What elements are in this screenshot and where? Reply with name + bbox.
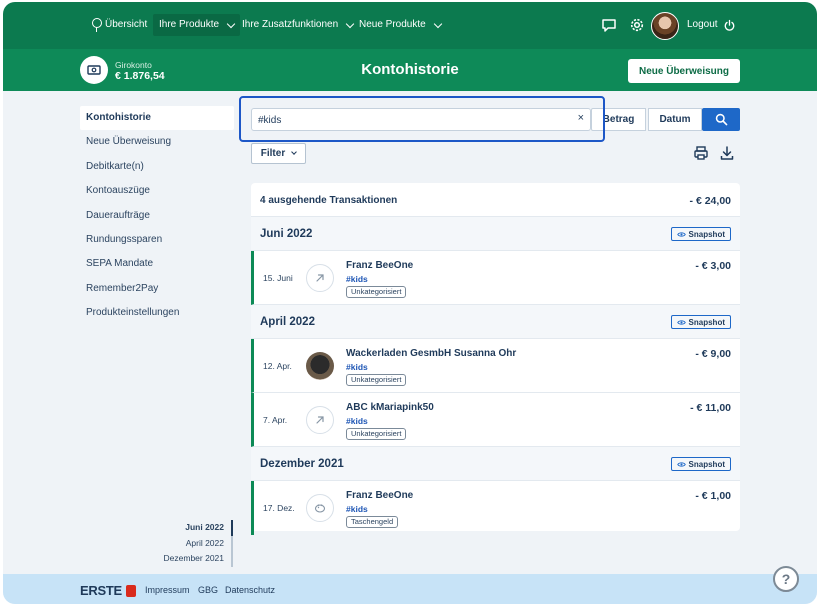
transaction-name: ABC kMariapink50 — [346, 402, 434, 413]
chat-icon[interactable] — [601, 17, 617, 33]
transaction-date: 12. Apr. — [263, 361, 292, 371]
nav-products-label: Ihre Produkte — [159, 19, 220, 30]
footer: ERSTE Impressum GBG Datenschutz — [3, 574, 817, 604]
sidebar-item-account-history[interactable]: Kontohistorie — [80, 106, 234, 131]
transaction-tag[interactable]: #kids — [346, 274, 368, 284]
piggy-bank-icon — [306, 494, 334, 522]
top-navigation: Übersicht Ihre Produkte Ihre Zusatzfunkt… — [3, 2, 817, 49]
transaction-amount: - € 9,00 — [695, 348, 731, 360]
transaction-tag[interactable]: #kids — [346, 416, 368, 426]
snapshot-label: Snapshot — [688, 459, 725, 469]
timeline-item[interactable]: April 2022 — [143, 535, 233, 551]
table-row[interactable]: 15. Juni Franz BeeOne #kids Unkategorisi… — [251, 251, 740, 305]
snapshot-button[interactable]: Snapshot — [670, 227, 731, 241]
nav-products[interactable]: Ihre Produkte — [153, 14, 241, 36]
chevron-down-icon — [291, 149, 298, 155]
transaction-amount: - € 3,00 — [695, 260, 731, 272]
privacy-link[interactable]: Datenschutz — [225, 585, 275, 595]
transaction-date: 15. Juni — [263, 273, 293, 283]
nav-extras-label: Ihre Zusatzfunktionen — [242, 19, 339, 30]
logo-text: ERSTE — [80, 583, 122, 598]
logout-label: Logout — [687, 19, 718, 30]
filter-label: Filter — [260, 148, 286, 159]
gear-icon[interactable] — [629, 17, 645, 33]
timeline-item[interactable]: Dezember 2021 — [143, 551, 233, 567]
impressum-link[interactable]: Impressum — [145, 585, 190, 595]
summary-label: 4 ausgehende Transaktionen — [260, 195, 398, 206]
location-pin-icon — [91, 18, 102, 32]
sparkasse-s-icon — [125, 584, 136, 597]
search-icon — [715, 113, 727, 126]
transaction-date: 17. Dez. — [263, 503, 295, 513]
table-row[interactable]: 7. Apr. ABC kMariapink50 #kids Unkategor… — [251, 393, 740, 447]
month-label: April 2022 — [260, 316, 315, 328]
help-button[interactable]: ? — [773, 566, 799, 592]
timeline-item[interactable]: Juni 2022 — [143, 520, 233, 536]
sidebar-item-new-transfer[interactable]: Neue Überweisung — [80, 130, 234, 154]
nav-overview-label: Übersicht — [105, 19, 148, 30]
transaction-amount: - € 11,00 — [690, 402, 731, 414]
month-header: April 2022 Snapshot — [251, 305, 740, 339]
month-timeline: Juni 2022 April 2022 Dezember 2021 — [143, 520, 233, 567]
transaction-name: Franz BeeOne — [346, 260, 414, 271]
transactions-summary: 4 ausgehende Transaktionen - € 24,00 — [251, 183, 740, 217]
sidebar: Kontohistorie Neue Überweisung Debitkart… — [80, 106, 234, 326]
page-header: Girokonto € 1.876,54 Kontohistorie Neue … — [3, 49, 817, 91]
month-label: Dezember 2021 — [260, 458, 344, 470]
download-icon[interactable] — [719, 145, 735, 161]
snapshot-label: Snapshot — [688, 229, 725, 239]
transaction-date: 7. Apr. — [263, 415, 288, 425]
arrow-up-right-icon — [306, 264, 334, 292]
category-badge[interactable]: Unkategorisiert — [346, 286, 407, 298]
category-badge[interactable]: Unkategorisiert — [346, 428, 407, 440]
app-window: Übersicht Ihre Produkte Ihre Zusatzfunkt… — [3, 2, 817, 604]
transaction-tag[interactable]: #kids — [346, 362, 368, 372]
nav-extras[interactable]: Ihre Zusatzfunktionen — [236, 14, 359, 36]
transaction-amount: - € 1,00 — [695, 490, 731, 502]
sort-date-button[interactable]: Datum — [648, 108, 702, 131]
category-badge[interactable]: Unkategorisiert — [346, 374, 407, 386]
summary-amount: - € 24,00 — [689, 195, 731, 207]
new-transfer-button[interactable]: Neue Überweisung — [628, 59, 740, 83]
power-icon — [724, 19, 734, 31]
eye-icon — [676, 231, 686, 237]
sidebar-item-product-settings[interactable]: Produkteinstellungen — [80, 301, 234, 325]
snapshot-label: Snapshot — [688, 317, 725, 327]
sidebar-item-debit-cards[interactable]: Debitkarte(n) — [80, 155, 234, 179]
table-row[interactable]: 12. Apr. Wackerladen GesmbH Susanna Ohr … — [251, 339, 740, 393]
filter-button[interactable]: Filter — [251, 143, 306, 164]
arrow-up-right-icon — [306, 406, 334, 434]
logout-button[interactable]: Logout — [687, 14, 736, 36]
eye-icon — [676, 461, 686, 467]
transaction-tag[interactable]: #kids — [346, 504, 368, 514]
table-row[interactable]: 17. Dez. Franz BeeOne #kids Taschengeld … — [251, 481, 740, 535]
avatar[interactable] — [651, 12, 679, 40]
snapshot-button[interactable]: Snapshot — [670, 315, 731, 329]
search-button[interactable] — [702, 108, 740, 131]
snapshot-button[interactable]: Snapshot — [670, 457, 731, 471]
transaction-name: Wackerladen GesmbH Susanna Ohr — [346, 348, 517, 359]
sidebar-item-statements[interactable]: Kontoauszüge — [80, 179, 234, 203]
print-icon[interactable] — [693, 145, 709, 161]
eye-icon — [676, 319, 686, 325]
gbg-link[interactable]: GBG — [198, 585, 218, 595]
nav-new-products[interactable]: Neue Produkte — [353, 14, 447, 36]
brand-logo[interactable]: ERSTE — [80, 583, 136, 598]
nav-overview[interactable]: Übersicht — [85, 14, 153, 36]
nav-new-products-label: Neue Produkte — [359, 19, 426, 30]
chevron-down-icon — [226, 19, 236, 28]
sidebar-item-round-up-savings[interactable]: Rundungssparen — [80, 228, 234, 252]
sidebar-item-sepa-mandates[interactable]: SEPA Mandate — [80, 252, 234, 276]
transactions-card: 4 ausgehende Transaktionen - € 24,00 Jun… — [251, 183, 740, 535]
category-badge[interactable]: Taschengeld — [346, 516, 399, 528]
sidebar-item-standing-orders[interactable]: Daueraufträge — [80, 204, 234, 228]
sidebar-item-remember2pay[interactable]: Remember2Pay — [80, 277, 234, 301]
search-focus-highlight — [239, 96, 605, 142]
transaction-name: Franz BeeOne — [346, 490, 414, 501]
month-label: Juni 2022 — [260, 228, 313, 240]
merchant-photo — [306, 352, 334, 380]
month-header: Juni 2022 Snapshot — [251, 217, 740, 251]
month-header: Dezember 2021 Snapshot — [251, 447, 740, 481]
chevron-down-icon — [433, 19, 442, 28]
